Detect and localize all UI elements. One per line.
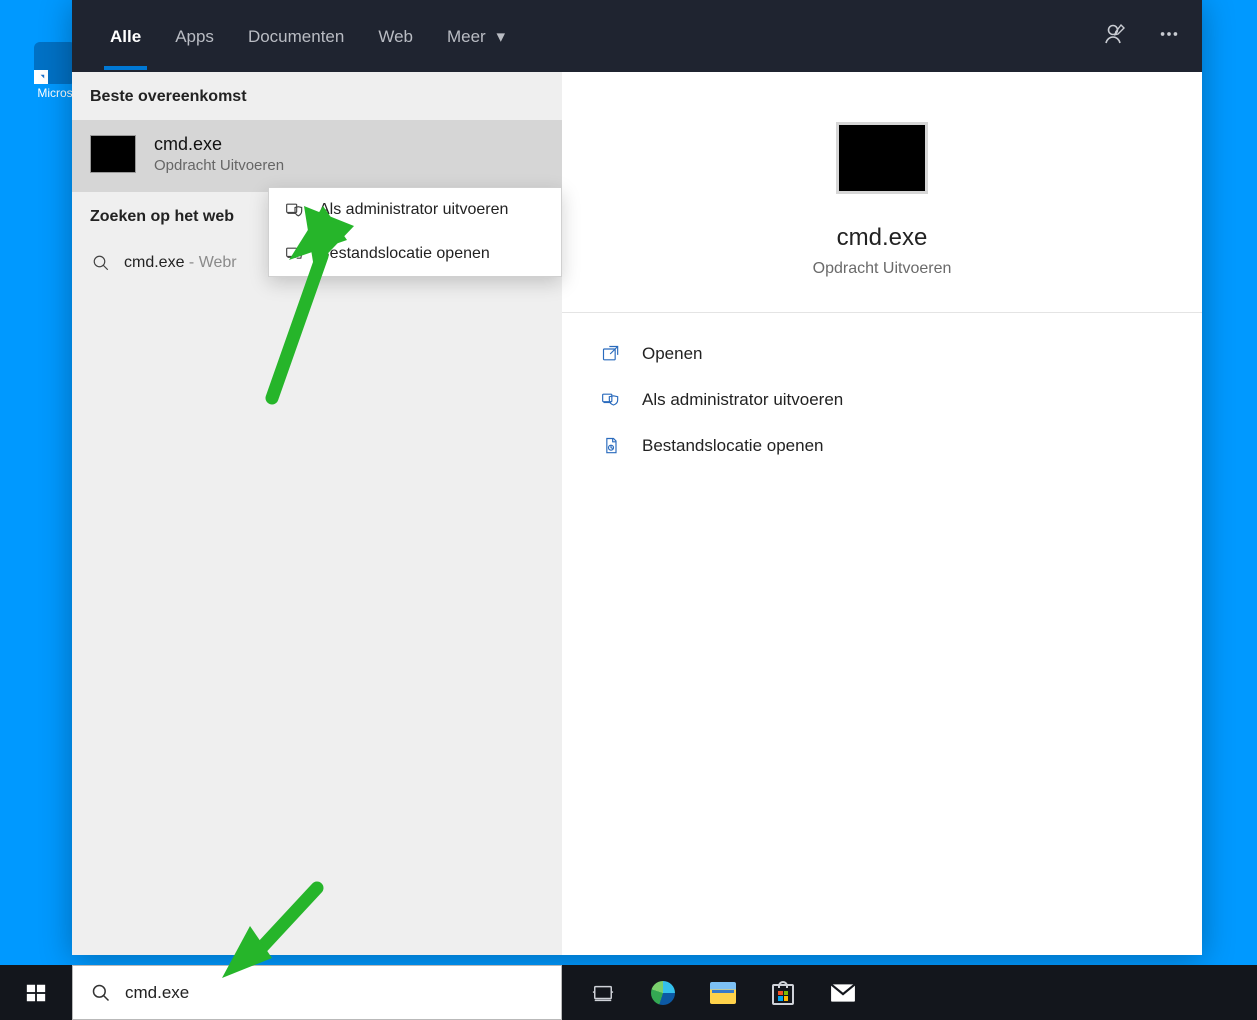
action-open[interactable]: Openen: [582, 331, 1182, 377]
shortcut-arrow-icon: [34, 70, 48, 84]
tab-more[interactable]: Meer ▾: [441, 3, 511, 69]
action-open-file-location[interactable]: Bestandslocatie openen: [582, 423, 1182, 469]
edge-tile-icon: [34, 42, 76, 84]
best-match-result[interactable]: cmd.exe Opdracht Uitvoeren: [72, 120, 562, 192]
action-open-label: Openen: [642, 344, 703, 364]
search-icon: [92, 254, 110, 272]
details-title: cmd.exe: [837, 224, 928, 252]
taskbar-explorer[interactable]: [710, 980, 736, 1006]
best-match-label: Beste overeenkomst: [72, 72, 562, 120]
taskbar-mail[interactable]: [830, 980, 856, 1006]
action-run-as-admin-label: Als administrator uitvoeren: [642, 390, 843, 410]
taskbar-edge[interactable]: [650, 980, 676, 1006]
best-match-title: cmd.exe: [154, 134, 284, 155]
file-location-icon: [600, 435, 622, 457]
tab-more-label: Meer: [447, 27, 486, 46]
annotation-arrow-top: [244, 206, 354, 406]
chevron-down-icon: ▾: [496, 27, 505, 47]
best-match-subtitle: Opdracht Uitvoeren: [154, 157, 284, 174]
open-icon: [600, 343, 622, 365]
file-explorer-icon: [710, 982, 736, 1004]
results-column: Beste overeenkomst cmd.exe Opdracht Uitv…: [72, 72, 562, 955]
tabs-bar: Alle Apps Documenten Web Meer ▾: [72, 0, 1202, 72]
edge-icon: [651, 981, 675, 1005]
start-button[interactable]: [0, 965, 72, 1020]
taskbar: [0, 965, 1257, 1020]
details-subtitle: Opdracht Uitvoeren: [813, 260, 952, 278]
admin-shield-icon: [600, 389, 622, 411]
feedback-icon[interactable]: [1104, 22, 1128, 51]
tab-web[interactable]: Web: [372, 3, 419, 69]
tab-all[interactable]: Alle: [104, 3, 147, 69]
microsoft-store-icon: [771, 981, 795, 1005]
mail-icon: [830, 983, 856, 1003]
desktop: Micros Alle Apps Documenten Web Meer ▾: [0, 0, 1257, 1020]
search-icon: [91, 983, 111, 1003]
taskbar-store[interactable]: [770, 980, 796, 1006]
tab-apps[interactable]: Apps: [169, 3, 220, 69]
details-column: cmd.exe Opdracht Uitvoeren Openen: [562, 72, 1202, 955]
windows-logo-icon: [25, 982, 47, 1004]
tab-documents[interactable]: Documenten: [242, 3, 350, 69]
details-cmd-icon: [836, 122, 928, 194]
task-view-icon: [592, 982, 614, 1004]
web-search-text: cmd.exe - Webr: [124, 254, 237, 272]
action-open-location-label: Bestandslocatie openen: [642, 436, 823, 456]
action-run-as-admin[interactable]: Als administrator uitvoeren: [582, 377, 1182, 423]
more-options-icon[interactable]: [1158, 23, 1180, 50]
search-panel: Alle Apps Documenten Web Meer ▾ B: [72, 0, 1202, 955]
annotation-arrow-bottom: [222, 878, 332, 983]
taskbar-search-input[interactable]: [125, 983, 543, 1003]
task-view-button[interactable]: [590, 980, 616, 1006]
cmd-icon: [90, 135, 136, 173]
